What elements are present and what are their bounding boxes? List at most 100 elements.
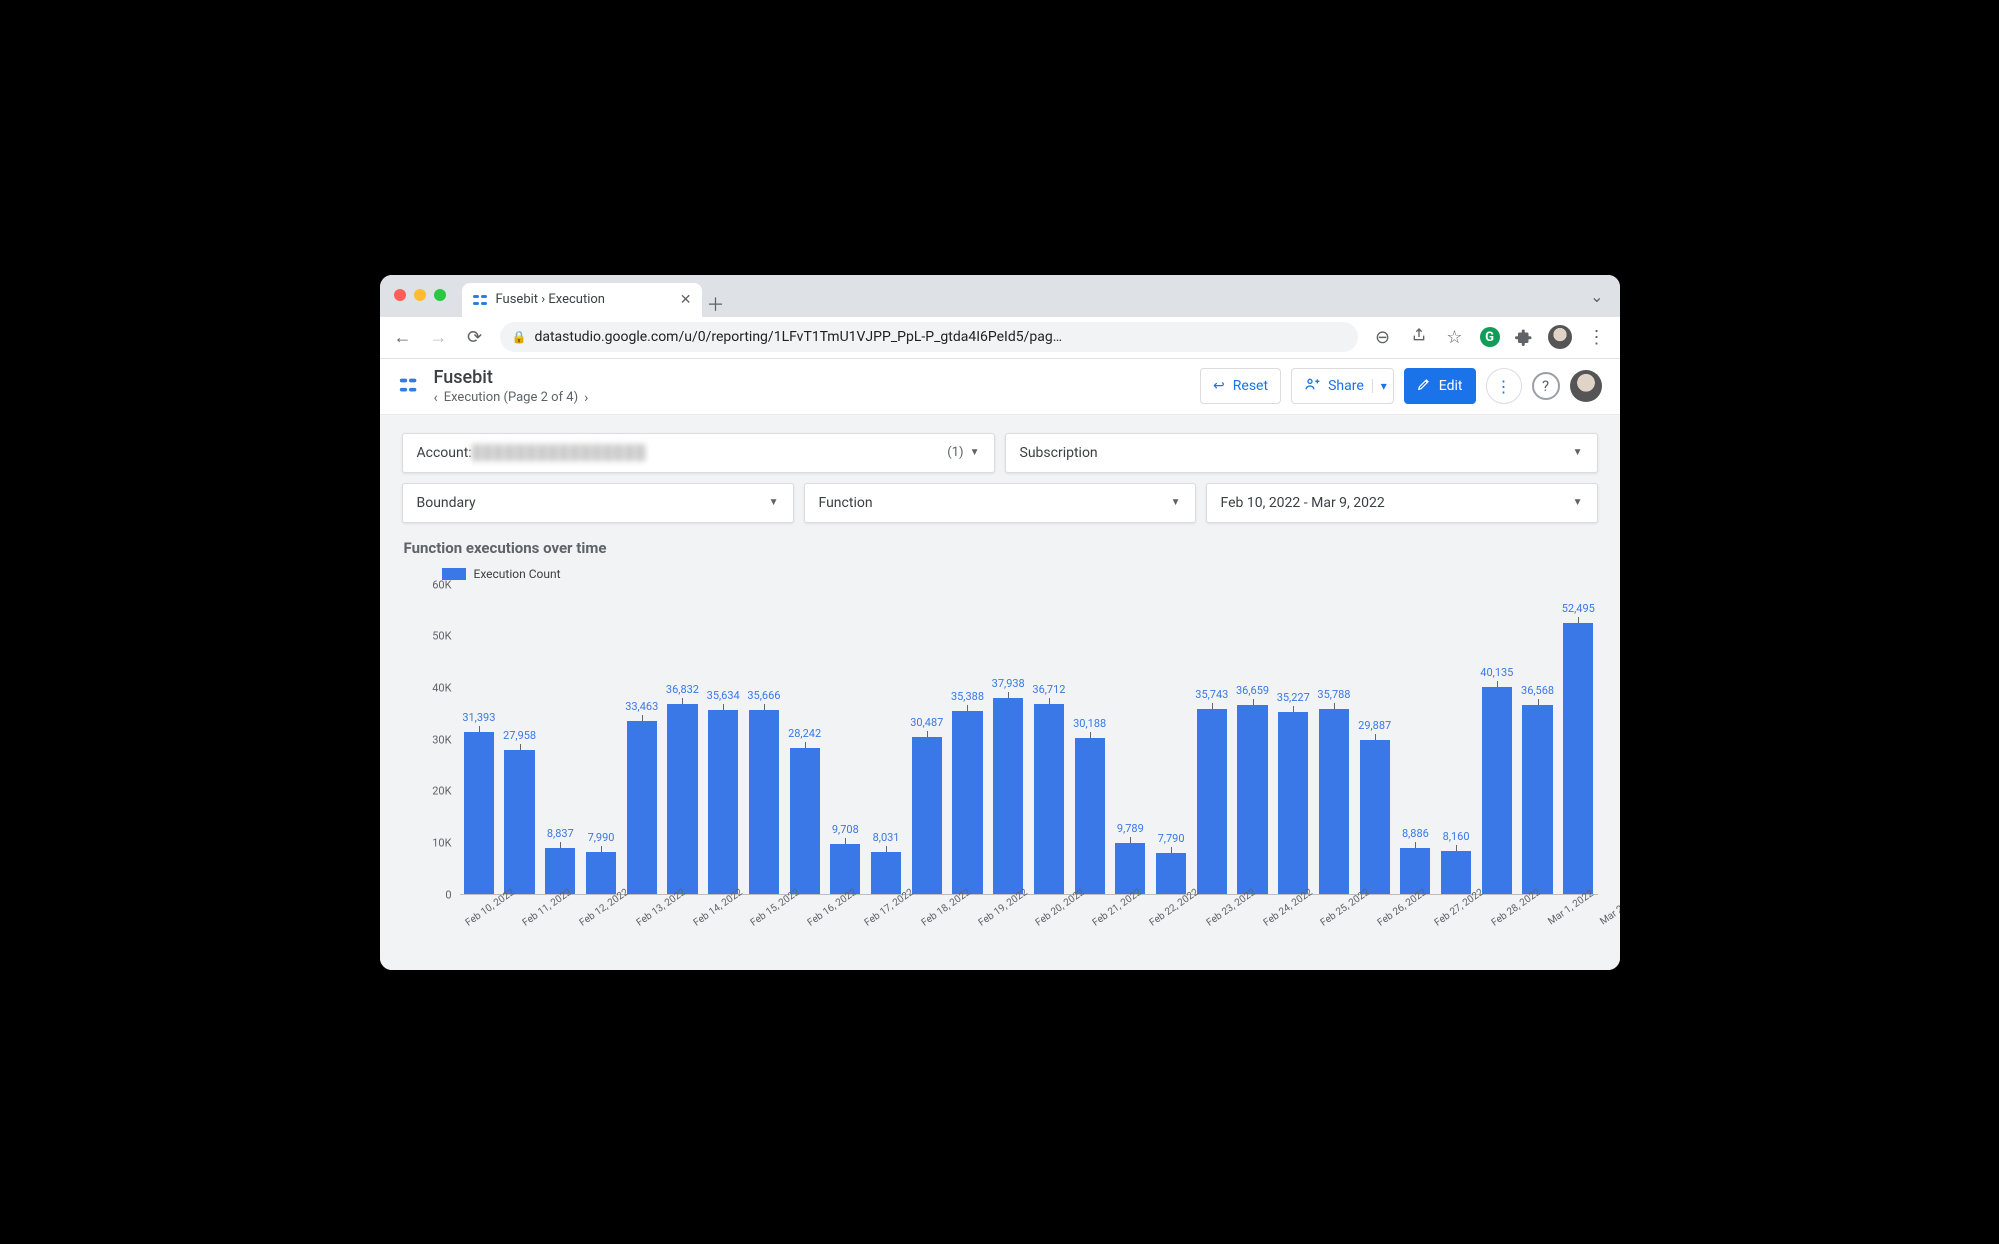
reset-button[interactable]: ↩ Reset <box>1200 368 1281 404</box>
breadcrumb: ‹ Execution (Page 2 of 4) › <box>434 390 589 406</box>
subscription-filter[interactable]: Subscription ▼ <box>1005 433 1598 473</box>
vertical-dots-icon: ⋮ <box>1496 377 1512 396</box>
chevron-down-icon: ▼ <box>1573 447 1583 458</box>
bar[interactable]: 31,393 <box>464 732 494 894</box>
bar-column: 8,886 <box>1396 585 1435 894</box>
bar-column: 8,031 <box>867 585 906 894</box>
fullscreen-window-icon[interactable] <box>434 289 446 301</box>
bar[interactable]: 8,031 <box>871 852 901 893</box>
browser-tabstrip: Fusebit › Execution ✕ ＋ ⌄ <box>380 275 1620 317</box>
bar-column: 52,495 <box>1559 585 1598 894</box>
bar-value-label: 27,958 <box>503 729 536 742</box>
bar[interactable]: 35,227 <box>1278 712 1308 893</box>
reset-label: Reset <box>1233 378 1268 394</box>
next-page-chevron-icon[interactable]: › <box>584 390 588 406</box>
bar-column: 36,832 <box>663 585 702 894</box>
browser-window: Fusebit › Execution ✕ ＋ ⌄ ← → ⟳ 🔒 datast… <box>380 275 1620 970</box>
lock-icon: 🔒 <box>512 330 527 344</box>
bar[interactable]: 35,634 <box>708 710 738 894</box>
account-value-redacted: ████████████████ <box>472 444 647 461</box>
address-bar[interactable]: 🔒 datastudio.google.com/u/0/reporting/1L… <box>500 322 1358 352</box>
bar-value-label: 33,463 <box>625 700 658 713</box>
bar[interactable]: 27,958 <box>504 750 534 894</box>
bar[interactable]: 29,887 <box>1360 740 1390 894</box>
bar[interactable]: 36,659 <box>1237 705 1267 894</box>
user-avatar[interactable] <box>1570 370 1602 402</box>
bar[interactable]: 8,160 <box>1441 851 1471 893</box>
bar-column: 35,388 <box>948 585 987 894</box>
bar[interactable]: 33,463 <box>627 721 657 893</box>
bar[interactable]: 7,790 <box>1156 853 1186 893</box>
report-title: Fusebit <box>434 367 589 388</box>
bar[interactable]: 40,135 <box>1482 687 1512 894</box>
bar[interactable]: 35,388 <box>952 711 982 893</box>
bar-value-label: 36,712 <box>1032 683 1065 696</box>
bar[interactable]: 35,788 <box>1319 709 1349 893</box>
y-tick: 60K <box>432 578 451 591</box>
bar[interactable]: 30,188 <box>1075 738 1105 893</box>
bar[interactable]: 7,990 <box>586 852 616 893</box>
bar[interactable]: 36,832 <box>667 704 697 894</box>
browser-tab[interactable]: Fusebit › Execution ✕ <box>462 283 702 317</box>
prev-page-chevron-icon[interactable]: ‹ <box>434 390 438 406</box>
bar-value-label: 35,788 <box>1317 688 1350 701</box>
profile-avatar[interactable] <box>1548 325 1572 349</box>
bookmark-star-icon[interactable]: ☆ <box>1444 327 1466 348</box>
bar-value-label: 7,990 <box>588 831 615 844</box>
bar-value-label: 35,634 <box>707 689 740 702</box>
browser-menu-icon[interactable]: ⋮ <box>1586 327 1608 348</box>
date-range-filter[interactable]: Feb 10, 2022 - Mar 9, 2022 ▼ <box>1206 483 1598 523</box>
bar[interactable]: 35,666 <box>749 710 779 894</box>
forward-button[interactable]: → <box>428 327 450 348</box>
bar[interactable]: 52,495 <box>1563 623 1593 893</box>
bar-column: 35,634 <box>704 585 743 894</box>
close-window-icon[interactable] <box>394 289 406 301</box>
bar-value-label: 8,886 <box>1402 827 1429 840</box>
boundary-filter[interactable]: Boundary ▼ <box>402 483 794 523</box>
bar-column: 36,568 <box>1518 585 1557 894</box>
function-filter[interactable]: Function ▼ <box>804 483 1196 523</box>
minimize-window-icon[interactable] <box>414 289 426 301</box>
account-label: Account: <box>417 445 472 461</box>
bar-value-label: 37,938 <box>992 677 1025 690</box>
bar[interactable]: 9,708 <box>830 844 860 894</box>
report-title-block: Fusebit ‹ Execution (Page 2 of 4) › <box>434 367 589 406</box>
bar[interactable]: 8,886 <box>1400 848 1430 894</box>
new-tab-button[interactable]: ＋ <box>702 291 730 317</box>
more-options-button[interactable]: ⋮ <box>1486 368 1522 404</box>
extensions-icon[interactable] <box>1514 327 1534 347</box>
account-filter[interactable]: Account: ████████████████ (1) ▼ <box>402 433 995 473</box>
bar[interactable]: 9,789 <box>1115 843 1145 893</box>
edit-button[interactable]: Edit <box>1404 368 1476 404</box>
bar-column: 30,188 <box>1070 585 1109 894</box>
share-dropdown-icon[interactable]: ▾ <box>1372 379 1387 393</box>
app-header: Fusebit ‹ Execution (Page 2 of 4) › ↩ Re… <box>380 359 1620 415</box>
grammarly-extension-icon[interactable]: G <box>1480 327 1500 347</box>
reload-button[interactable]: ⟳ <box>464 327 486 348</box>
share-page-icon[interactable] <box>1408 327 1430 348</box>
bar[interactable]: 8,837 <box>545 848 575 894</box>
close-tab-icon[interactable]: ✕ <box>680 292 692 308</box>
bar-chart: 010K20K30K40K50K60K 31,39327,9588,8377,9… <box>412 585 1598 935</box>
y-tick: 20K <box>432 785 451 798</box>
filter-row-1: Account: ████████████████ (1) ▼ Subscrip… <box>402 433 1598 473</box>
bar[interactable]: 35,743 <box>1197 709 1227 893</box>
bar[interactable]: 36,568 <box>1522 705 1552 893</box>
share-button[interactable]: Share ▾ <box>1291 368 1394 404</box>
bar[interactable]: 36,712 <box>1034 704 1064 893</box>
bar[interactable]: 37,938 <box>993 698 1023 893</box>
bar-value-label: 30,188 <box>1073 717 1106 730</box>
bar[interactable]: 30,487 <box>912 737 942 894</box>
help-button[interactable]: ? <box>1532 372 1560 400</box>
chevron-down-icon: ▼ <box>970 447 980 458</box>
tab-list-chevron-icon[interactable]: ⌄ <box>1590 287 1603 306</box>
bar-value-label: 28,242 <box>788 727 821 740</box>
bar-value-label: 31,393 <box>462 711 495 724</box>
bar-column: 37,938 <box>989 585 1028 894</box>
zoom-icon[interactable]: ⊖ <box>1372 327 1394 348</box>
back-button[interactable]: ← <box>392 327 414 348</box>
undo-icon: ↩ <box>1213 378 1225 394</box>
bar-value-label: 35,388 <box>951 690 984 703</box>
question-icon: ? <box>1542 377 1549 395</box>
bar[interactable]: 28,242 <box>790 748 820 893</box>
